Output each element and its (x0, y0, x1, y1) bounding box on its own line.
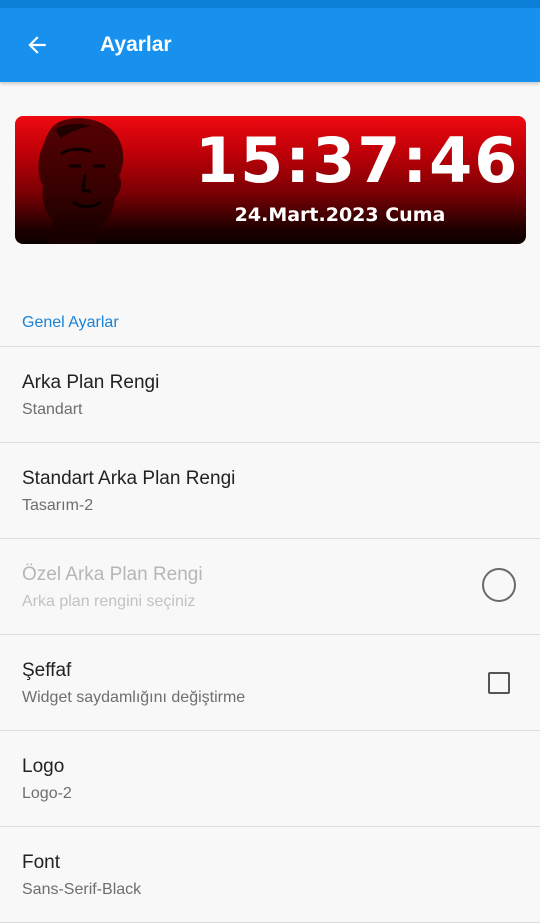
pref-background-color[interactable]: Arka Plan Rengi Standart (0, 347, 540, 443)
portrait-silhouette-icon (38, 118, 124, 244)
clock-date: 24.Mart.2023 Cuma (234, 204, 446, 226)
pref-summary: Standart (22, 401, 83, 418)
pref-summary: Logo-2 (22, 785, 72, 802)
pref-custom-background-color: Özel Arka Plan Rengi Arka plan rengini s… (0, 539, 540, 635)
pref-standard-background-color[interactable]: Standart Arka Plan Rengi Tasarım-2 (0, 443, 540, 539)
color-preview-circle (482, 568, 516, 602)
pref-title: Standart Arka Plan Rengi (22, 468, 236, 489)
page-title: Ayarlar (100, 33, 172, 56)
back-button[interactable] (14, 22, 60, 68)
status-bar (0, 0, 540, 8)
pref-transparent[interactable]: Şeffaf Widget saydamlığını değiştirme (0, 635, 540, 731)
pref-summary: Arka plan rengini seçiniz (22, 593, 196, 610)
transparent-checkbox[interactable] (488, 672, 510, 694)
pref-title: Şeffaf (22, 660, 72, 681)
pref-summary: Widget saydamlığını değiştirme (22, 689, 246, 706)
arrow-left-icon (28, 36, 46, 54)
pref-summary: Sans-Serif-Black (22, 881, 142, 898)
clock-widget-preview: 15:37:46 24.Mart.2023 Cuma (15, 116, 526, 244)
pref-title: Özel Arka Plan Rengi (22, 564, 203, 585)
pref-font[interactable]: Font Sans-Serif-Black (0, 827, 540, 923)
pref-logo[interactable]: Logo Logo-2 (0, 731, 540, 827)
pref-summary: Tasarım-2 (22, 497, 94, 514)
pref-title: Arka Plan Rengi (22, 372, 160, 393)
clock-time: 15:37:46 (195, 124, 520, 197)
section-header-general: Genel Ayarlar (22, 314, 119, 331)
pref-title: Font (22, 852, 61, 873)
pref-title: Logo (22, 756, 65, 777)
app-bar: Ayarlar (0, 8, 540, 82)
